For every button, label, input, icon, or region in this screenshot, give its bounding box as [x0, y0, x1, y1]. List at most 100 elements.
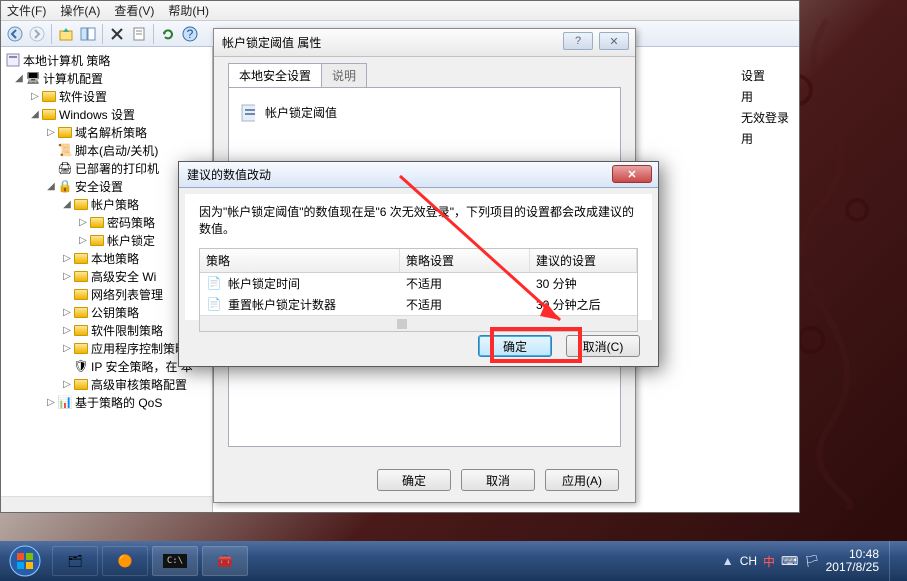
start-button[interactable] — [0, 541, 50, 581]
tab-local-security-setting[interactable]: 本地安全设置 — [228, 63, 322, 87]
cancel-button[interactable]: 取消(C) — [566, 335, 640, 357]
expand-icon[interactable]: ▷ — [45, 127, 57, 138]
policy-item-icon: 📄 — [206, 296, 222, 312]
keyboard-icon[interactable]: ⌨ — [781, 554, 798, 568]
tree-advanced-wf[interactable]: 高级安全 Wi — [91, 268, 156, 285]
tray-expand-icon[interactable]: ▲ — [722, 554, 734, 568]
delete-button[interactable] — [107, 24, 127, 44]
taskbar-item-mediaplayer[interactable]: 🟠 — [102, 546, 148, 576]
list-row[interactable]: 📄帐户锁定时间 不适用 30 分钟 — [200, 273, 637, 294]
tree-name-resolution[interactable]: 域名解析策略 — [75, 124, 147, 141]
expand-icon[interactable]: ▷ — [29, 91, 41, 102]
tree-computer-config[interactable]: 计算机配置 — [43, 70, 103, 87]
help-button[interactable]: ? — [180, 24, 200, 44]
menu-view[interactable]: 查看(V) — [114, 2, 154, 19]
clock[interactable]: 10:48 2017/8/25 — [826, 548, 879, 574]
cell-suggested: 30 分钟 — [530, 273, 637, 294]
script-icon: 📜 — [57, 142, 73, 158]
taskbar[interactable]: 🗂 🟠 C:\ 🧰 ▲ CH ㆗ ⌨ 🏳 10:48 2017/8/25 — [0, 541, 907, 581]
up-button[interactable] — [56, 24, 76, 44]
toolbox-icon: 🧰 — [218, 554, 233, 568]
properties-button[interactable] — [129, 24, 149, 44]
tree-password-policy[interactable]: 密码策略 — [107, 214, 155, 231]
close-button[interactable]: ✕ — [599, 32, 629, 50]
taskbar-item-cmd[interactable]: C:\ — [152, 546, 198, 576]
folder-icon — [73, 322, 89, 338]
policy-root-icon — [5, 52, 21, 68]
refresh-button[interactable] — [158, 24, 178, 44]
folder-icon — [57, 124, 73, 140]
expand-icon[interactable]: ◢ — [13, 73, 25, 84]
expand-icon[interactable]: ◢ — [29, 109, 41, 120]
menu-file[interactable]: 文件(F) — [7, 2, 46, 19]
help-button[interactable]: ? — [563, 32, 593, 50]
printer-icon: 🖨 — [57, 160, 73, 176]
tree-security-settings[interactable]: 安全设置 — [75, 178, 123, 195]
list-header: 策略 策略设置 建议的设置 — [200, 249, 637, 273]
expand-icon[interactable]: ▷ — [61, 307, 73, 318]
dialog-message: 因为"帐户锁定阈值"的数值现在是"6 次无效登录"，下列项目的设置都会改成建议的… — [199, 204, 638, 238]
tree-account-lockout-policy[interactable]: 帐户锁定 — [107, 232, 155, 249]
tree-scripts[interactable]: 脚本(启动/关机) — [75, 142, 158, 159]
expand-icon[interactable]: ▷ — [61, 379, 73, 390]
cell-suggested: 30 分钟之后 — [530, 294, 637, 315]
expand-icon[interactable]: ▷ — [61, 343, 73, 354]
menu-help[interactable]: 帮助(H) — [168, 2, 209, 19]
tab-explain[interactable]: 说明 — [321, 63, 367, 87]
tree-account-policies[interactable]: 帐户策略 — [91, 196, 139, 213]
tree-root[interactable]: 本地计算机 策略 — [23, 52, 110, 69]
expand-icon[interactable]: ▷ — [61, 253, 73, 264]
col-suggested[interactable]: 建议的设置 — [530, 249, 637, 272]
expand-icon[interactable]: ▷ — [77, 235, 89, 246]
cell-setting: 不适用 — [400, 273, 530, 294]
taskbar-item-explorer[interactable]: 🗂 — [52, 546, 98, 576]
tree-windows-settings[interactable]: Windows 设置 — [59, 106, 135, 123]
show-hide-tree-button[interactable] — [78, 24, 98, 44]
col-setting[interactable]: 策略设置 — [400, 249, 530, 272]
taskbar-item-toolbox[interactable]: 🧰 — [202, 546, 248, 576]
menu-action[interactable]: 操作(A) — [60, 2, 100, 19]
tree-network-list[interactable]: 网络列表管理 — [91, 286, 163, 303]
tree-app-control[interactable]: 应用程序控制策略 — [91, 340, 187, 357]
cell-policy: 帐户锁定时间 — [228, 275, 300, 292]
apply-button[interactable]: 应用(A) — [545, 469, 619, 491]
list-row[interactable]: 📄 重置帐户锁定计数器 不适用 30 分钟之后 — [200, 294, 637, 315]
security-icon: 🔒 — [57, 178, 73, 194]
properties-titlebar[interactable]: 帐户锁定阈值 属性 ? ✕ — [214, 29, 635, 57]
expand-icon[interactable]: ▷ — [77, 217, 89, 228]
tree-horizontal-scrollbar[interactable] — [1, 496, 212, 512]
show-desktop-button[interactable] — [889, 541, 901, 581]
expand-icon[interactable]: ▷ — [45, 397, 57, 408]
close-button[interactable]: ✕ — [612, 165, 652, 183]
system-tray[interactable]: ▲ CH ㆗ ⌨ 🏳 10:48 2017/8/25 — [722, 541, 901, 581]
tree-software-settings[interactable]: 软件设置 — [59, 88, 107, 105]
cell-policy: 重置帐户锁定计数器 — [228, 296, 336, 313]
tree-local-policies[interactable]: 本地策略 — [91, 250, 139, 267]
ok-button[interactable]: 确定 — [478, 335, 552, 357]
tree-policy-qos[interactable]: 基于策略的 QoS — [75, 394, 162, 411]
tree-public-key[interactable]: 公钥策略 — [91, 304, 139, 321]
col-policy[interactable]: 策略 — [200, 249, 400, 272]
forward-button[interactable] — [27, 24, 47, 44]
ok-button[interactable]: 确定 — [377, 469, 451, 491]
cancel-button[interactable]: 取消 — [461, 469, 535, 491]
lang-indicator[interactable]: CH — [740, 554, 757, 568]
folder-icon — [41, 106, 57, 122]
expand-icon[interactable]: ▷ — [61, 325, 73, 336]
expand-icon[interactable]: ▷ — [61, 271, 73, 282]
back-button[interactable] — [5, 24, 25, 44]
ime-indicator[interactable]: ㆗ — [763, 553, 775, 570]
changes-list[interactable]: 策略 策略设置 建议的设置 📄帐户锁定时间 不适用 30 分钟 📄 重置帐户锁定计… — [199, 248, 638, 332]
folder-icon — [73, 196, 89, 212]
dialog-titlebar[interactable]: 建议的数值改动 ✕ — [179, 162, 658, 188]
tree-software-restriction[interactable]: 软件限制策略 — [91, 322, 163, 339]
svg-text:?: ? — [187, 27, 194, 41]
tree-deployed-printers[interactable]: 已部署的打印机 — [75, 160, 159, 177]
expand-icon[interactable]: ◢ — [45, 181, 57, 192]
action-center-icon[interactable]: 🏳 — [804, 554, 819, 568]
policy-values-peek: 设置 用 无效登录 用 — [741, 67, 789, 147]
explorer-icon: 🗂 — [67, 554, 82, 568]
expand-icon[interactable]: ◢ — [61, 199, 73, 210]
tree-advanced-audit[interactable]: 高级审核策略配置 — [91, 376, 187, 393]
cell-setting: 不适用 — [400, 294, 530, 315]
